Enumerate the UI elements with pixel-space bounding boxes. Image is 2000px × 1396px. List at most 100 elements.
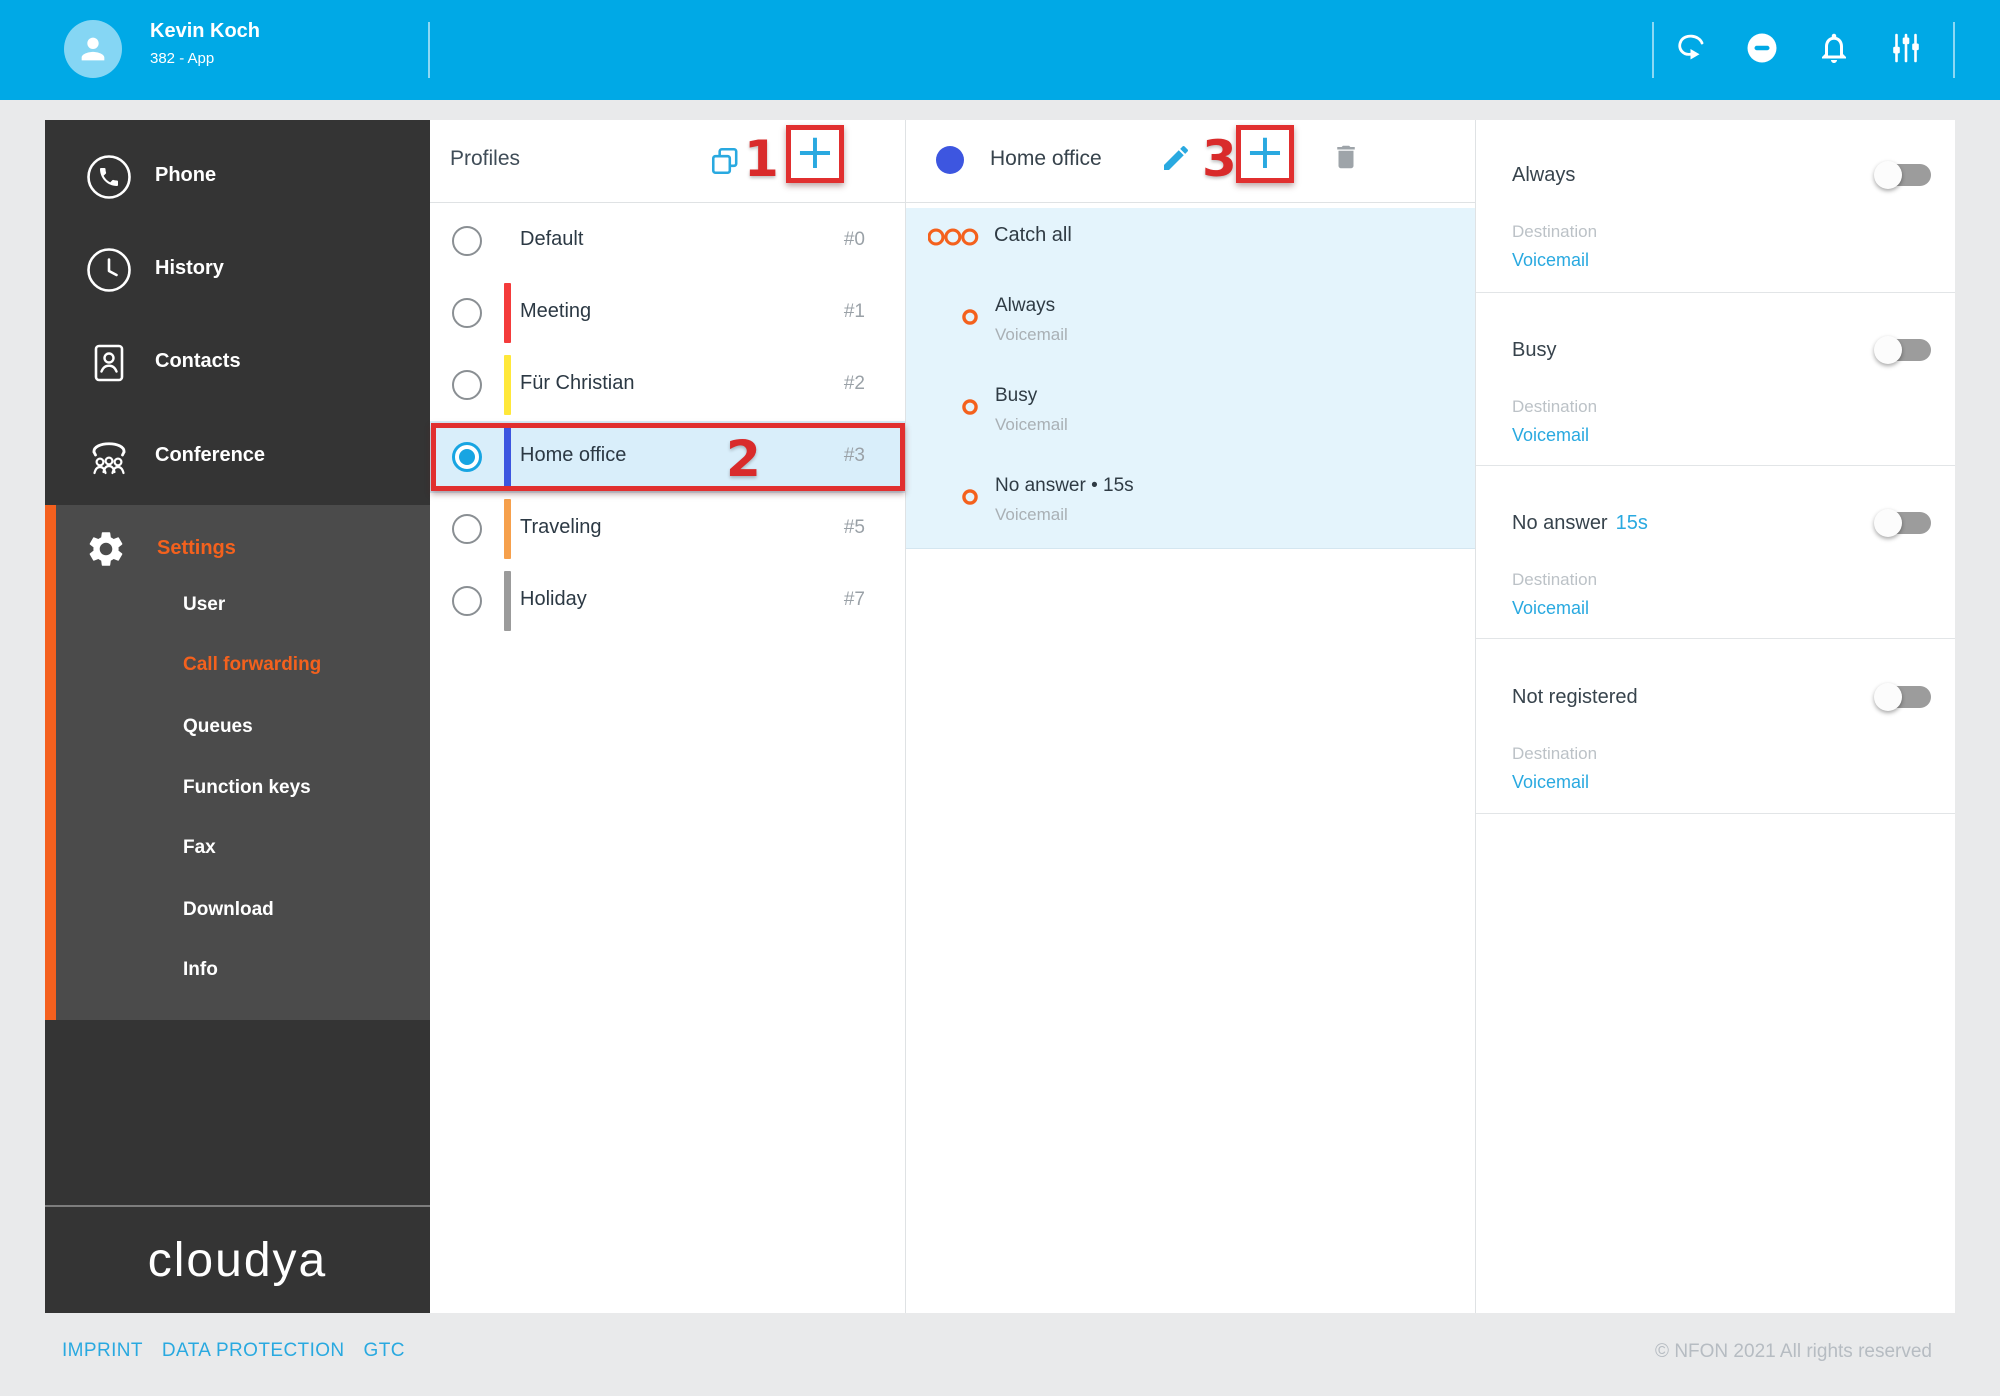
sidebar-item-contacts[interactable]: Contacts xyxy=(45,317,430,409)
sidebar-item-call-forwarding[interactable]: Call forwarding xyxy=(183,654,321,676)
profile-label: Default xyxy=(520,228,584,250)
phone-icon xyxy=(85,153,133,206)
column-divider xyxy=(1475,120,1476,1313)
profile-row-traveling[interactable]: Traveling #5 xyxy=(430,493,905,565)
profile-row-holiday[interactable]: Holiday #7 xyxy=(430,565,905,637)
profile-color-bar xyxy=(504,499,511,559)
forwarding-not-registered-title: Not registered xyxy=(1512,686,1638,709)
profile-number: #2 xyxy=(843,373,865,394)
profile-row-meeting[interactable]: Meeting #1 xyxy=(430,277,905,349)
annotation-step-2-box xyxy=(431,423,905,491)
footer-link-data-protection[interactable]: DATA PROTECTION xyxy=(162,1340,345,1362)
destination-label: Destination xyxy=(1512,222,1598,241)
rule-circle-icon xyxy=(961,488,979,511)
sidebar-item-download[interactable]: Download xyxy=(183,899,274,921)
destination-label: Destination xyxy=(1512,397,1598,416)
forward-icon[interactable] xyxy=(1672,30,1708,66)
section-divider xyxy=(1476,813,1955,814)
profile-label: Holiday xyxy=(520,588,587,610)
sidebar-item-function-keys[interactable]: Function keys xyxy=(183,777,311,799)
sidebar-item-history[interactable]: History xyxy=(45,224,430,316)
contacts-icon xyxy=(85,339,133,392)
sidebar-item-settings[interactable]: Settings xyxy=(157,537,236,560)
profile-color-bar xyxy=(504,571,511,631)
topbar-divider xyxy=(1652,22,1654,78)
profile-label: Meeting xyxy=(520,300,592,322)
trash-icon xyxy=(1331,145,1361,176)
forwarding-title-text: Busy xyxy=(1512,339,1557,361)
detail-title: Home office xyxy=(990,147,1102,170)
copyright-notice: © NFON 2021 All rights reserved xyxy=(1655,1341,1932,1362)
rule-circle-icon xyxy=(961,398,979,421)
footer-link-gtc[interactable]: GTC xyxy=(364,1340,405,1362)
profile-number: #1 xyxy=(843,301,865,322)
sidebar-item-label: Contacts xyxy=(155,350,241,372)
catch-all-label[interactable]: Catch all xyxy=(994,224,1072,247)
forwarding-busy-destination-link[interactable]: Voicemail xyxy=(1512,425,1589,446)
sidebar-item-user[interactable]: User xyxy=(183,594,225,616)
destination-label: Destination xyxy=(1512,744,1598,763)
cloudya-app: Kevin Koch 382 - App Phone History Conta… xyxy=(0,0,2000,1396)
topbar-divider xyxy=(428,22,430,78)
bell-icon[interactable] xyxy=(1816,30,1852,66)
rule-no-answer[interactable]: No answer • 15s xyxy=(995,475,1134,497)
user-name: Kevin Koch xyxy=(150,20,261,42)
profile-label: Für Christian xyxy=(520,372,635,394)
avatar[interactable] xyxy=(64,20,122,78)
profile-radio[interactable] xyxy=(452,298,482,328)
annotation-step-1-box: + xyxy=(786,125,844,183)
sidebar-item-queues[interactable]: Queues xyxy=(183,716,253,738)
profile-color-bar xyxy=(504,283,511,343)
forwarding-no-answer-time[interactable]: 15s xyxy=(1616,512,1648,534)
forwarding-not-registered-toggle[interactable] xyxy=(1874,683,1931,711)
sidebar-item-label: Phone xyxy=(155,164,217,186)
forwarding-title-text: Always xyxy=(1512,164,1576,186)
profile-label: Traveling xyxy=(520,516,602,538)
sliders-icon[interactable] xyxy=(1888,30,1924,66)
clock-icon xyxy=(85,246,133,299)
edit-profile-button[interactable] xyxy=(1160,142,1192,179)
forwarding-no-answer-toggle[interactable] xyxy=(1874,509,1931,537)
profiles-title: Profiles xyxy=(450,147,521,170)
rule-no-answer-destination: Voicemail xyxy=(995,505,1068,524)
cloudya-logo: cloudya xyxy=(147,1233,328,1287)
profile-color-bar xyxy=(504,355,511,415)
annotation-step-2: 2 xyxy=(726,430,761,488)
profile-radio[interactable] xyxy=(452,226,482,256)
sidebar-item-info[interactable]: Info xyxy=(183,959,218,981)
forwarding-always-toggle[interactable] xyxy=(1874,161,1931,189)
catch-all-icon xyxy=(927,228,980,251)
forwarding-busy-toggle[interactable] xyxy=(1874,336,1931,364)
footer-link-imprint[interactable]: IMPRINT xyxy=(62,1340,143,1362)
profile-radio[interactable] xyxy=(452,514,482,544)
section-divider xyxy=(1476,465,1955,466)
main-panel: Profiles 1 + Default #0 Meeting #1 Für C… xyxy=(430,120,1955,1313)
forwarding-busy-title: Busy xyxy=(1512,339,1556,362)
forwarding-no-answer-title: No answer 15s xyxy=(1512,512,1648,535)
profile-number: #5 xyxy=(843,517,865,538)
do-not-disturb-icon[interactable] xyxy=(1744,30,1780,66)
sidebar-item-fax[interactable]: Fax xyxy=(183,837,216,859)
profile-radio[interactable] xyxy=(452,586,482,616)
copy-profile-button[interactable] xyxy=(709,145,741,182)
delete-profile-button[interactable] xyxy=(1331,142,1361,177)
add-rule-button[interactable]: + xyxy=(1241,128,1289,178)
forwarding-no-answer-destination-link[interactable]: Voicemail xyxy=(1512,598,1589,619)
user-extension: 382 - App xyxy=(150,50,215,67)
sidebar: Phone History Contacts Conference Settin… xyxy=(45,120,430,1313)
sidebar-item-phone[interactable]: Phone xyxy=(45,131,430,223)
add-profile-button[interactable]: + xyxy=(791,128,839,178)
profile-row-fuer-christian[interactable]: Für Christian #2 xyxy=(430,349,905,421)
gear-icon xyxy=(85,528,127,575)
catch-all-panel: Catch all Always Voicemail Busy Voicemai… xyxy=(906,208,1475,549)
footer-links: IMPRINT DATA PROTECTION GTC xyxy=(62,1340,405,1362)
rule-always[interactable]: Always xyxy=(995,295,1055,317)
forwarding-always-destination-link[interactable]: Voicemail xyxy=(1512,250,1589,271)
profile-row-default[interactable]: Default #0 xyxy=(430,205,905,277)
rule-busy[interactable]: Busy xyxy=(995,385,1037,407)
forwarding-title-text: No answer xyxy=(1512,512,1608,534)
profile-radio[interactable] xyxy=(452,370,482,400)
forwarding-always-title: Always xyxy=(1512,164,1575,187)
sidebar-item-conference[interactable]: Conference xyxy=(45,411,430,503)
forwarding-not-registered-destination-link[interactable]: Voicemail xyxy=(1512,772,1589,793)
